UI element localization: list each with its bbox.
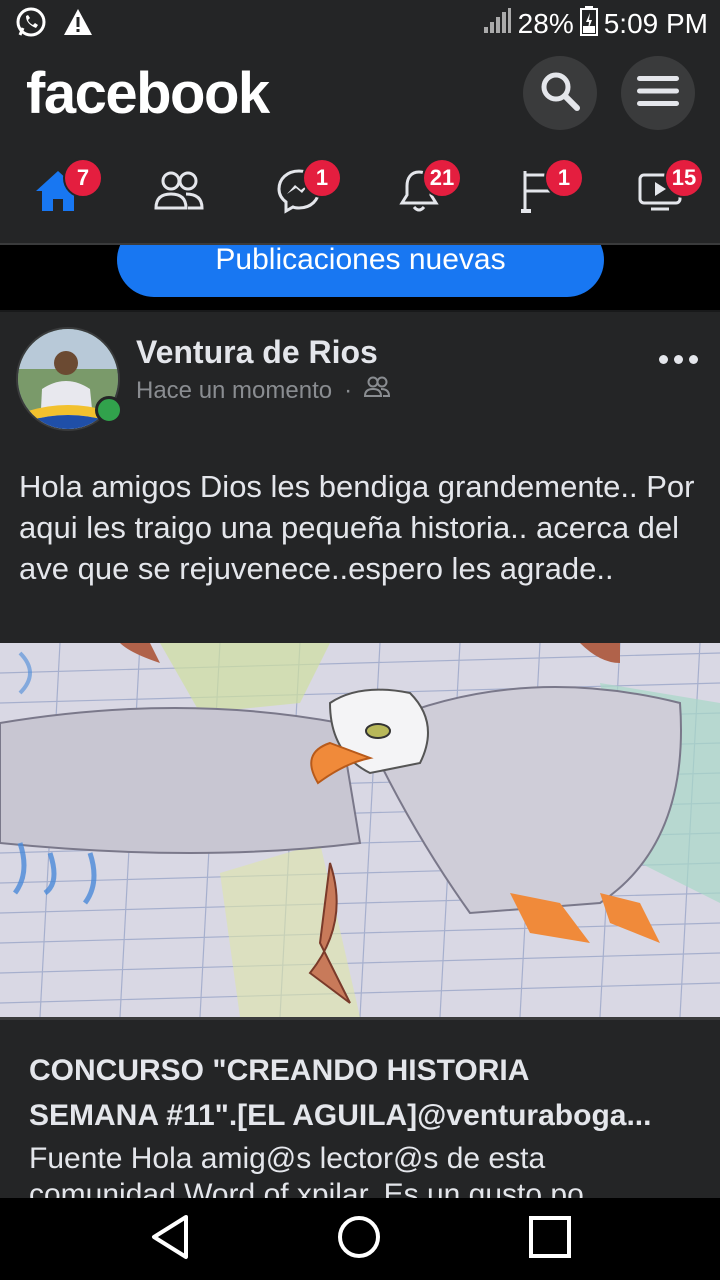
tab-friends[interactable]	[129, 148, 229, 238]
search-button[interactable]	[523, 56, 597, 130]
watch-badge: 15	[664, 158, 704, 198]
search-icon	[539, 70, 581, 117]
back-button[interactable]	[140, 1212, 200, 1266]
tab-pages[interactable]: 1	[489, 148, 589, 238]
post-options-button[interactable]	[650, 342, 706, 376]
link-title-line-1: CONCURSO "CREANDO HISTORIA	[29, 1054, 530, 1087]
tab-messenger[interactable]: 1	[249, 148, 349, 238]
home-button[interactable]	[329, 1212, 389, 1266]
battery-level: 28%	[517, 8, 574, 39]
pages-badge: 1	[544, 158, 584, 198]
meta-separator: ·	[344, 376, 353, 404]
main-nav: 7 1 21 1 15	[0, 148, 720, 238]
notifications-badge: 21	[422, 158, 462, 198]
post-text: Hola amigos Dios les bendiga grandemente…	[19, 469, 695, 586]
friends-icon	[154, 170, 204, 217]
post-time[interactable]: Hace un momento	[136, 377, 332, 405]
friends-icon	[364, 376, 391, 405]
tab-notifications[interactable]: 21	[369, 148, 469, 238]
battery-icon	[579, 5, 598, 43]
menu-icon	[637, 74, 679, 113]
facebook-logo[interactable]: facebook	[26, 60, 270, 127]
clock: 5:09 PM	[603, 8, 708, 39]
new-posts-strip: Publicaciones nuevas	[0, 245, 720, 310]
tab-watch[interactable]: 15	[610, 148, 710, 238]
post-image[interactable]	[0, 642, 720, 1018]
home-circle-icon	[336, 1214, 382, 1265]
recents-button[interactable]	[520, 1212, 580, 1266]
link-title-line-2: SEMANA #11".[EL AGUILA]@venturaboga...	[29, 1099, 652, 1132]
tab-home[interactable]: 7	[8, 148, 108, 238]
online-indicator	[95, 396, 123, 424]
app-header: facebook 7 1 21 1 15	[0, 48, 720, 245]
messenger-badge: 1	[302, 158, 342, 198]
menu-button[interactable]	[621, 56, 695, 130]
status-bar: 28% 5:09 PM	[0, 0, 720, 48]
warning-icon	[62, 7, 94, 42]
post-author[interactable]: Ventura de Rios	[136, 334, 378, 371]
system-nav-bar	[0, 1198, 720, 1280]
recents-icon	[528, 1215, 572, 1264]
new-posts-button[interactable]: Publicaciones nuevas	[117, 245, 604, 297]
post-meta: Hace un momento ·	[136, 376, 391, 405]
whatsapp-icon	[14, 5, 48, 44]
signal-icon	[482, 7, 512, 42]
feed-post: Ventura de Rios Hace un momento · Hola a…	[0, 312, 720, 1198]
home-badge: 7	[63, 158, 103, 198]
back-icon	[148, 1213, 192, 1266]
link-preview[interactable]: CONCURSO "CREANDO HISTORIA SEMANA #11".[…	[0, 1017, 720, 1198]
link-title: CONCURSO "CREANDO HISTORIA SEMANA #11".[…	[29, 1048, 689, 1138]
link-description: Fuente Hola amig@s lector@s de esta comu…	[29, 1142, 584, 1198]
